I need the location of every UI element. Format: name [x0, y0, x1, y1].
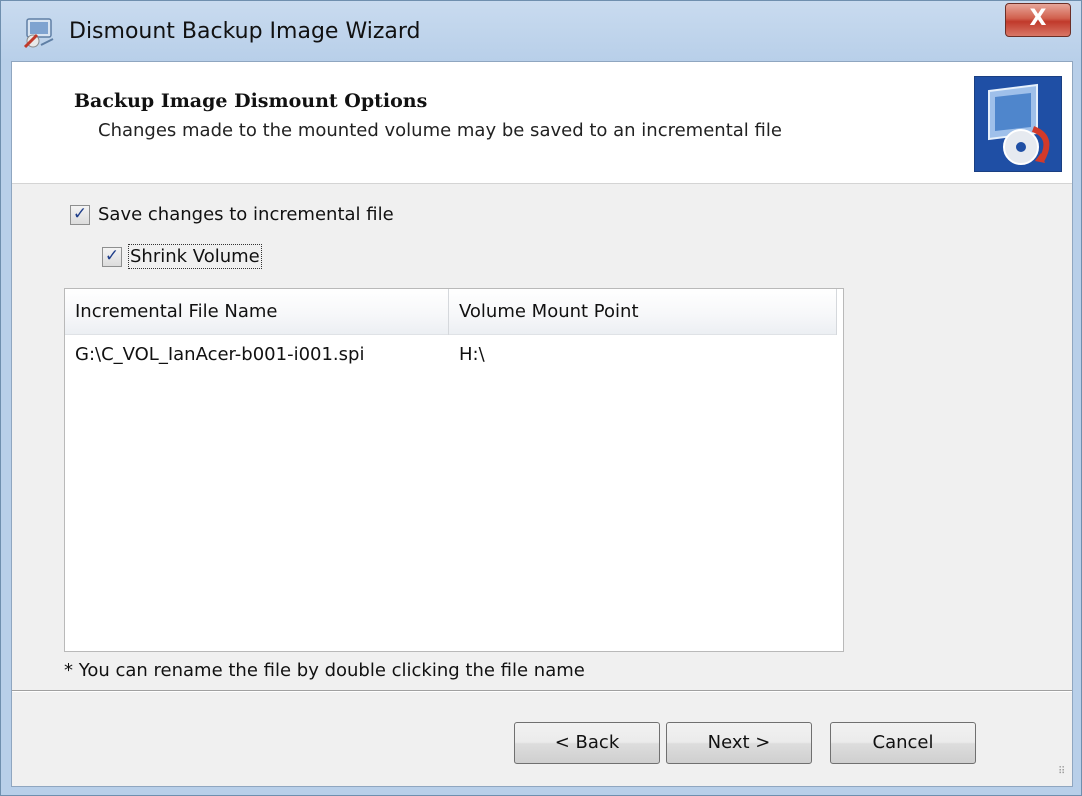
page-title: Backup Image Dismount Options: [74, 90, 428, 112]
column-header-file-name[interactable]: Incremental File Name: [65, 289, 449, 335]
close-button[interactable]: X: [1005, 3, 1071, 37]
wizard-window: Dismount Backup Image Wizard X Backup Im…: [0, 0, 1082, 796]
wizard-app-icon: [23, 17, 57, 49]
table-row[interactable]: G:\C_VOL_IanAcer-b001-i001.spi H:\: [65, 337, 837, 373]
shrink-volume-checkbox[interactable]: ✓: [102, 246, 122, 267]
cancel-button[interactable]: Cancel: [830, 722, 976, 764]
page-subtitle: Changes made to the mounted volume may b…: [98, 120, 782, 141]
wizard-client-area: Backup Image Dismount Options Changes ma…: [11, 61, 1073, 787]
shrink-volume-option[interactable]: ✓ Shrink Volume: [102, 244, 262, 269]
check-icon: ✓: [104, 246, 120, 266]
file-name-cell[interactable]: G:\C_VOL_IanAcer-b001-i001.spi: [65, 337, 449, 373]
window-title: Dismount Backup Image Wizard: [69, 19, 421, 44]
next-button[interactable]: Next >: [666, 722, 812, 764]
column-header-mount-point[interactable]: Volume Mount Point: [449, 289, 837, 335]
header-panel: Backup Image Dismount Options Changes ma…: [12, 62, 1072, 184]
title-bar: Dismount Backup Image Wizard X: [1, 1, 1081, 61]
resize-grip-icon[interactable]: ⠿: [1058, 767, 1070, 782]
close-icon: X: [1029, 6, 1047, 31]
save-changes-label: Save changes to incremental file: [98, 204, 394, 225]
rename-hint: * You can rename the file by double clic…: [64, 660, 585, 681]
incremental-file-list[interactable]: Incremental File Name Volume Mount Point…: [64, 288, 844, 652]
back-button[interactable]: < Back: [514, 722, 660, 764]
check-icon: ✓: [72, 204, 88, 224]
mount-point-cell: H:\: [459, 344, 485, 365]
shrink-volume-label: Shrink Volume: [128, 244, 262, 269]
list-header: Incremental File Name Volume Mount Point: [65, 289, 837, 335]
save-changes-checkbox[interactable]: ✓: [70, 204, 90, 225]
backup-monitor-logo: [974, 76, 1062, 172]
divider: [12, 690, 1072, 692]
save-changes-option[interactable]: ✓ Save changes to incremental file: [70, 204, 394, 225]
